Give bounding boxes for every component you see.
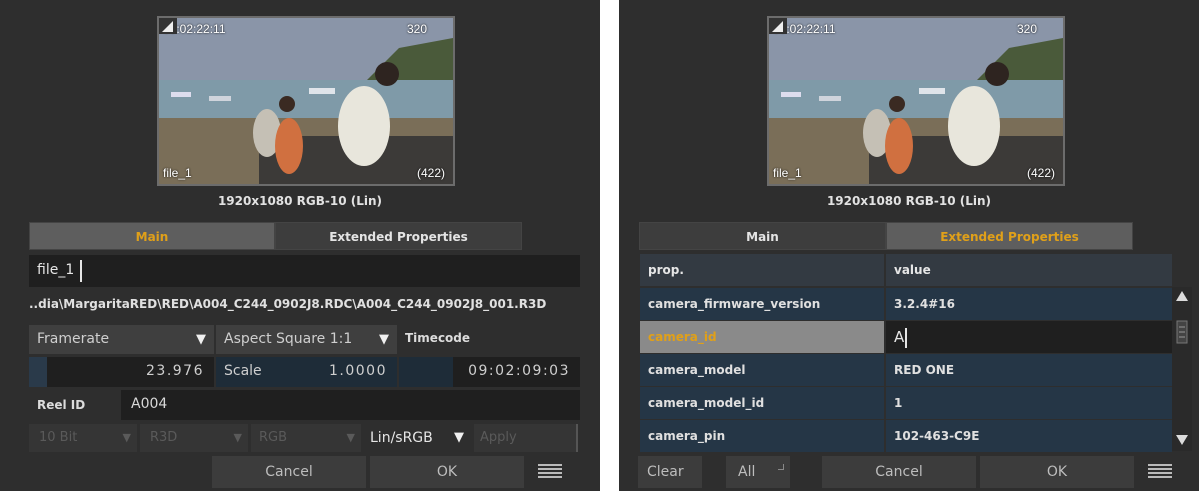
- thumbnail-count: (422): [1026, 166, 1055, 180]
- reel-id-input[interactable]: A004: [121, 390, 580, 420]
- properties-dialog-extended: 09:02:22:11 320 file_1 (422) 1920x1080 R…: [619, 0, 1199, 491]
- aspect-dropdown[interactable]: Aspect Square 1:1 ▼: [216, 325, 397, 354]
- framerate-dropdown[interactable]: Framerate ▼: [29, 325, 214, 354]
- framerate-value: 23.976: [146, 363, 204, 379]
- clip-thumbnail: 09:02:22:11 320 file_1 (422): [767, 16, 1065, 186]
- file-path: ..dia\MargaritaRED\RED\A004_C244_0902J8.…: [29, 297, 547, 311]
- clear-button[interactable]: Clear: [638, 456, 702, 488]
- scale-label: Scale: [224, 363, 262, 379]
- table-header: prop. value: [640, 254, 1172, 286]
- bit-depth-label: 10 Bit: [39, 430, 78, 445]
- prop-cell: camera_model: [640, 354, 884, 386]
- tab-main[interactable]: Main: [639, 222, 886, 250]
- chevron-down-icon: ▼: [196, 332, 206, 347]
- chevron-down-icon: ▼: [346, 431, 355, 444]
- framerate-label: Framerate: [37, 331, 110, 347]
- thumbnail-frame-number: 320: [1016, 22, 1037, 36]
- framerate-slider-marker: [29, 357, 47, 387]
- value-edit-text: A: [894, 328, 905, 346]
- thumbnail-count: (422): [416, 166, 445, 180]
- resolution-label: 1920x1080 RGB-10 (Lin): [217, 194, 383, 208]
- scale-input[interactable]: Scale 1.0000: [216, 357, 397, 387]
- lut-label: Lin/sRGB: [370, 430, 433, 446]
- framerate-input[interactable]: 23.976: [29, 357, 214, 387]
- prop-cell: camera_id: [640, 321, 884, 353]
- clip-name-value: file_1: [37, 262, 75, 278]
- ok-button[interactable]: OK: [370, 456, 524, 488]
- value-cell[interactable]: RED ONE: [886, 354, 1172, 386]
- timecode-value: 09:02:09:03: [468, 363, 570, 379]
- value-cell[interactable]: 1: [886, 387, 1172, 419]
- text-cursor: [80, 260, 82, 282]
- tab-extended-properties[interactable]: Extended Properties: [275, 222, 522, 250]
- table-row[interactable]: camera_pin 102-463-C9E: [640, 420, 1172, 452]
- chevron-down-icon: ▼: [122, 431, 131, 444]
- table-row[interactable]: camera_model RED ONE: [640, 354, 1172, 386]
- timecode-label: Timecode: [405, 331, 471, 345]
- reel-id-label: Reel ID: [37, 398, 86, 412]
- all-button[interactable]: All: [726, 456, 790, 488]
- scroll-up-icon: [1176, 291, 1188, 301]
- format-type-label: R3D: [150, 430, 178, 445]
- camera-type-icon: [769, 18, 787, 34]
- text-cursor: [905, 327, 908, 348]
- chevron-down-icon: ▼: [454, 430, 464, 445]
- cancel-button[interactable]: Cancel: [822, 456, 976, 488]
- thumbnail-filename: file_1: [773, 166, 802, 180]
- beach-scene-image: [769, 18, 1063, 184]
- chevron-down-icon: ▼: [379, 332, 389, 347]
- lut-dropdown[interactable]: Lin/sRGB ▼: [364, 424, 472, 452]
- color-space-dropdown[interactable]: RGB ▼: [251, 424, 361, 452]
- bit-depth-dropdown[interactable]: 10 Bit ▼: [29, 424, 137, 452]
- timecode-slider-marker: [399, 357, 453, 387]
- header-value: value: [886, 254, 1172, 286]
- beach-scene-image: [159, 18, 453, 184]
- tab-main[interactable]: Main: [29, 222, 275, 250]
- prop-cell: camera_pin: [640, 420, 884, 452]
- table-row-selected[interactable]: camera_id A: [640, 321, 1172, 353]
- table-row[interactable]: camera_model_id 1: [640, 387, 1172, 419]
- all-label: All: [738, 464, 756, 480]
- apply-button[interactable]: Apply: [474, 424, 578, 452]
- chevron-down-icon: ▼: [233, 431, 242, 444]
- value-edit-input[interactable]: A: [886, 321, 1172, 353]
- tab-extended-properties[interactable]: Extended Properties: [886, 222, 1133, 250]
- clip-thumbnail: 09:02:22:11 320 file_1 (422): [157, 16, 455, 186]
- reel-id-value: A004: [131, 396, 168, 412]
- menu-icon[interactable]: [1148, 464, 1172, 480]
- thumbnail-frame-number: 320: [406, 22, 427, 36]
- camera-type-icon: [159, 18, 177, 34]
- header-prop: prop.: [640, 254, 884, 286]
- format-type-dropdown[interactable]: R3D ▼: [140, 424, 248, 452]
- toggle-corner-icon: [778, 464, 784, 470]
- aspect-label: Aspect Square 1:1: [224, 331, 353, 347]
- menu-icon[interactable]: [538, 464, 562, 480]
- cancel-button[interactable]: Cancel: [212, 456, 366, 488]
- value-cell[interactable]: 102-463-C9E: [886, 420, 1172, 452]
- color-space-label: RGB: [259, 430, 288, 445]
- table-row[interactable]: camera_firmware_version 3.2.4#16: [640, 288, 1172, 320]
- scroll-down-icon: [1176, 435, 1188, 445]
- properties-dialog-main: 09:02:22:11 320 file_1 (422) 1920x1080 R…: [0, 0, 600, 491]
- ok-button[interactable]: OK: [980, 456, 1134, 488]
- clip-name-input[interactable]: file_1: [29, 255, 580, 287]
- table-scrollbar[interactable]: [1172, 287, 1192, 451]
- apply-label: Apply: [480, 430, 517, 445]
- thumbnail-filename: file_1: [163, 166, 192, 180]
- scale-value: 1.0000: [329, 363, 387, 379]
- timecode-input[interactable]: 09:02:09:03: [399, 357, 580, 387]
- prop-cell: camera_model_id: [640, 387, 884, 419]
- value-cell[interactable]: 3.2.4#16: [886, 288, 1172, 320]
- prop-cell: camera_firmware_version: [640, 288, 884, 320]
- resolution-label: 1920x1080 RGB-10 (Lin): [826, 194, 992, 208]
